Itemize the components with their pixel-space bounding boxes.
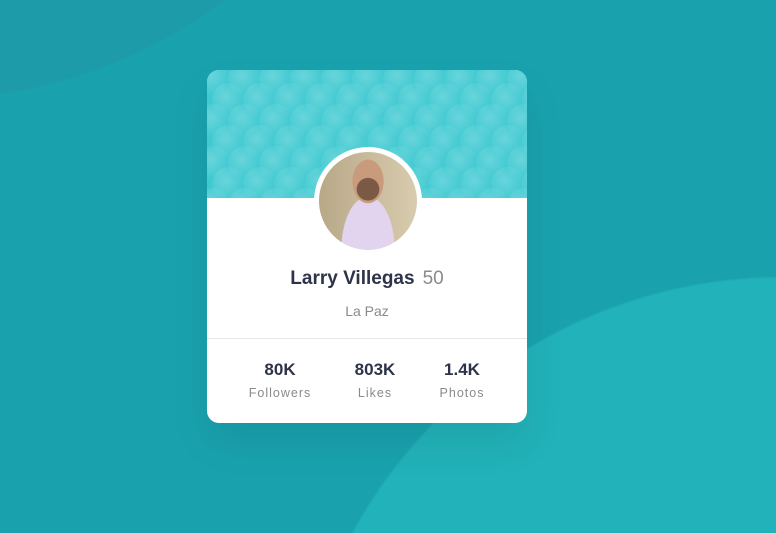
stat-label: Photos [439, 386, 485, 400]
stat-label: Followers [248, 386, 312, 400]
divider [207, 338, 527, 339]
profile-age: 50 [422, 268, 444, 289]
profile-name: Larry Villegas [290, 268, 415, 289]
stat-value: 80K [264, 360, 296, 379]
stat-value: 803K [354, 360, 396, 379]
avatar [314, 147, 422, 255]
stat-value: 1.4K [444, 360, 480, 379]
profile-card: Larry Villegas 50 La Paz 80K Followers 80… [207, 70, 527, 423]
stat-likes: 803K Likes [325, 360, 425, 400]
stat-followers: 80K Followers [230, 360, 330, 400]
name-row: Larry Villegas 50 [207, 268, 527, 290]
profile-location: La Paz [345, 303, 389, 319]
stat-photos: 1.4K Photos [412, 360, 512, 400]
stat-label: Likes [357, 386, 393, 400]
